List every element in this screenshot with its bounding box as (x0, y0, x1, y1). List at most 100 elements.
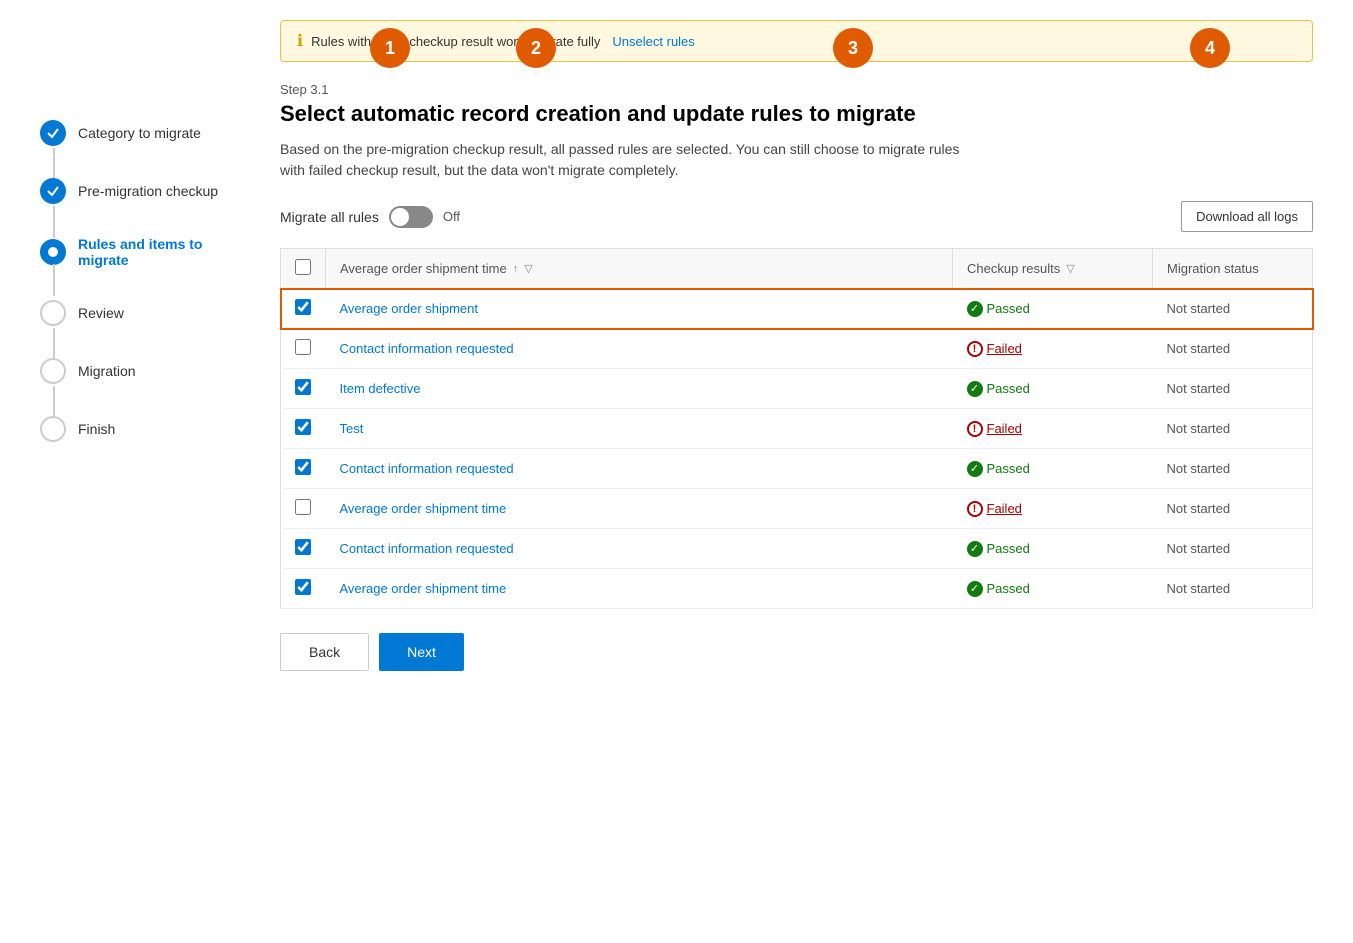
row-2-status-cell: Not started (1153, 369, 1313, 409)
row-0-checkbox[interactable] (295, 299, 311, 315)
sidebar-item-premigration[interactable]: Pre-migration checkup (40, 178, 240, 204)
row-5-status: Not started (1167, 501, 1231, 516)
toggle-state-label: Off (443, 209, 460, 224)
row-6-name[interactable]: Contact information requested (340, 541, 514, 556)
row-4-checkbox[interactable] (295, 459, 311, 475)
row-0-status-cell: Not started (1153, 289, 1313, 329)
row-5-checkbox[interactable] (295, 499, 311, 515)
row-3-name-cell: Test (326, 409, 953, 449)
row-2-checkbox[interactable] (295, 379, 311, 395)
step-icon-inactive-finish (40, 416, 66, 442)
sidebar-item-category[interactable]: Category to migrate (40, 120, 240, 146)
warning-circle-icon-1: ! (967, 341, 983, 357)
row-6-checkup-cell: ✓ Passed (953, 529, 1153, 569)
step-icon-completed-2 (40, 178, 66, 204)
row-1-checkbox[interactable] (295, 339, 311, 355)
row-1-name[interactable]: Contact information requested (340, 341, 514, 356)
unselect-rules-link[interactable]: Unselect rules (612, 34, 694, 49)
step-description: Based on the pre-migration checkup resul… (280, 139, 980, 181)
check-circle-icon-2: ✓ (967, 381, 983, 397)
migrate-all-toggle[interactable] (389, 206, 433, 228)
warning-circle-icon-3: ! (967, 421, 983, 437)
th-status-label: Migration status (1167, 261, 1259, 276)
row-6-status-cell: Not started (1153, 529, 1313, 569)
callout-3: 3 (833, 28, 873, 68)
row-1-checkup-cell: ! Failed (953, 329, 1153, 369)
table-row: Contact information requested ✓ Passed Not… (281, 529, 1313, 569)
row-2-status: Not started (1167, 381, 1231, 396)
select-all-checkbox[interactable] (295, 259, 311, 275)
row-6-status: Not started (1167, 541, 1231, 556)
download-all-logs-button[interactable]: Download all logs (1181, 201, 1313, 232)
row-6-checkbox[interactable] (295, 539, 311, 555)
row-1-status-cell: Not started (1153, 329, 1313, 369)
sort-asc-icon[interactable]: ↑ (513, 263, 519, 275)
step-number: Step 3.1 (280, 82, 1313, 97)
row-5-status-cell: Not started (1153, 489, 1313, 529)
row-7-name[interactable]: Average order shipment time (340, 581, 507, 596)
row-6-checkbox-cell (281, 529, 326, 569)
row-2-checkbox-cell (281, 369, 326, 409)
sidebar-item-review[interactable]: Review (40, 300, 240, 326)
main-content: ℹ Rules with failed checkup result won't… (260, 0, 1353, 943)
th-checkup: Checkup results ▽ (953, 249, 1153, 289)
sidebar-label-migration: Migration (78, 363, 136, 379)
callout-4: 4 (1190, 28, 1230, 68)
failed-link-1[interactable]: Failed (987, 341, 1022, 356)
row-5-name[interactable]: Average order shipment time (340, 501, 507, 516)
check-circle-icon-0: ✓ (967, 301, 983, 317)
table-row: Average order shipment ✓ Passed Not starte… (281, 289, 1313, 329)
row-5-name-cell: Average order shipment time (326, 489, 953, 529)
checkup-passed-6: ✓ Passed (967, 541, 1139, 557)
info-icon: ℹ (297, 31, 303, 51)
th-status: Migration status (1153, 249, 1313, 289)
row-7-checkup-cell: ✓ Passed (953, 569, 1153, 609)
table-row: Contact information requested ✓ Passed Not… (281, 449, 1313, 489)
checkup-passed-7: ✓ Passed (967, 581, 1139, 597)
sidebar-item-finish[interactable]: Finish (40, 416, 240, 442)
row-3-status: Not started (1167, 421, 1231, 436)
row-0-checkbox-cell (281, 289, 326, 329)
row-4-name[interactable]: Contact information requested (340, 461, 514, 476)
row-7-status: Not started (1167, 581, 1231, 596)
row-6-name-cell: Contact information requested (326, 529, 953, 569)
row-0-status: Not started (1167, 301, 1231, 316)
failed-link-3[interactable]: Failed (987, 421, 1022, 436)
row-2-name[interactable]: Item defective (340, 381, 421, 396)
checkup-passed-4: ✓ Passed (967, 461, 1139, 477)
filter-name-icon[interactable]: ▽ (524, 262, 532, 275)
th-name: Average order shipment time ↑ ▽ (326, 249, 953, 289)
sidebar: Category to migrate Pre-migration checku… (0, 0, 260, 943)
step-icon-completed (40, 120, 66, 146)
th-checkbox (281, 249, 326, 289)
row-0-name[interactable]: Average order shipment (340, 301, 479, 316)
failed-link-5[interactable]: Failed (987, 501, 1022, 516)
rules-table-body: Average order shipment ✓ Passed Not starte… (281, 289, 1313, 609)
next-button[interactable]: Next (379, 633, 464, 671)
th-checkup-label: Checkup results (967, 261, 1060, 276)
row-5-checkbox-cell (281, 489, 326, 529)
back-button[interactable]: Back (280, 633, 369, 671)
footer-buttons: Back Next (280, 633, 1313, 671)
callout-1: 1 (370, 28, 410, 68)
check-circle-icon-6: ✓ (967, 541, 983, 557)
checkup-failed-3: ! Failed (967, 421, 1139, 437)
sidebar-item-migration[interactable]: Migration (40, 358, 240, 384)
row-4-status: Not started (1167, 461, 1231, 476)
page: 1 2 3 4 Category to migrate Pre-migratio… (0, 0, 1353, 943)
checkup-passed-0: ✓ Passed (967, 301, 1139, 317)
th-name-label: Average order shipment time (340, 261, 507, 276)
row-7-checkbox[interactable] (295, 579, 311, 595)
table-row: Test! FailedNot started (281, 409, 1313, 449)
sidebar-label-rules: Rules and items to migrate (78, 236, 240, 268)
row-3-name[interactable]: Test (340, 421, 364, 436)
row-3-checkbox[interactable] (295, 419, 311, 435)
check-circle-icon-7: ✓ (967, 581, 983, 597)
rules-table: Average order shipment time ↑ ▽ Checkup … (280, 248, 1313, 609)
row-4-name-cell: Contact information requested (326, 449, 953, 489)
row-5-checkup-cell: ! Failed (953, 489, 1153, 529)
row-7-status-cell: Not started (1153, 569, 1313, 609)
sidebar-item-rules[interactable]: Rules and items to migrate (40, 236, 240, 268)
row-7-checkbox-cell (281, 569, 326, 609)
filter-checkup-icon[interactable]: ▽ (1066, 262, 1074, 275)
